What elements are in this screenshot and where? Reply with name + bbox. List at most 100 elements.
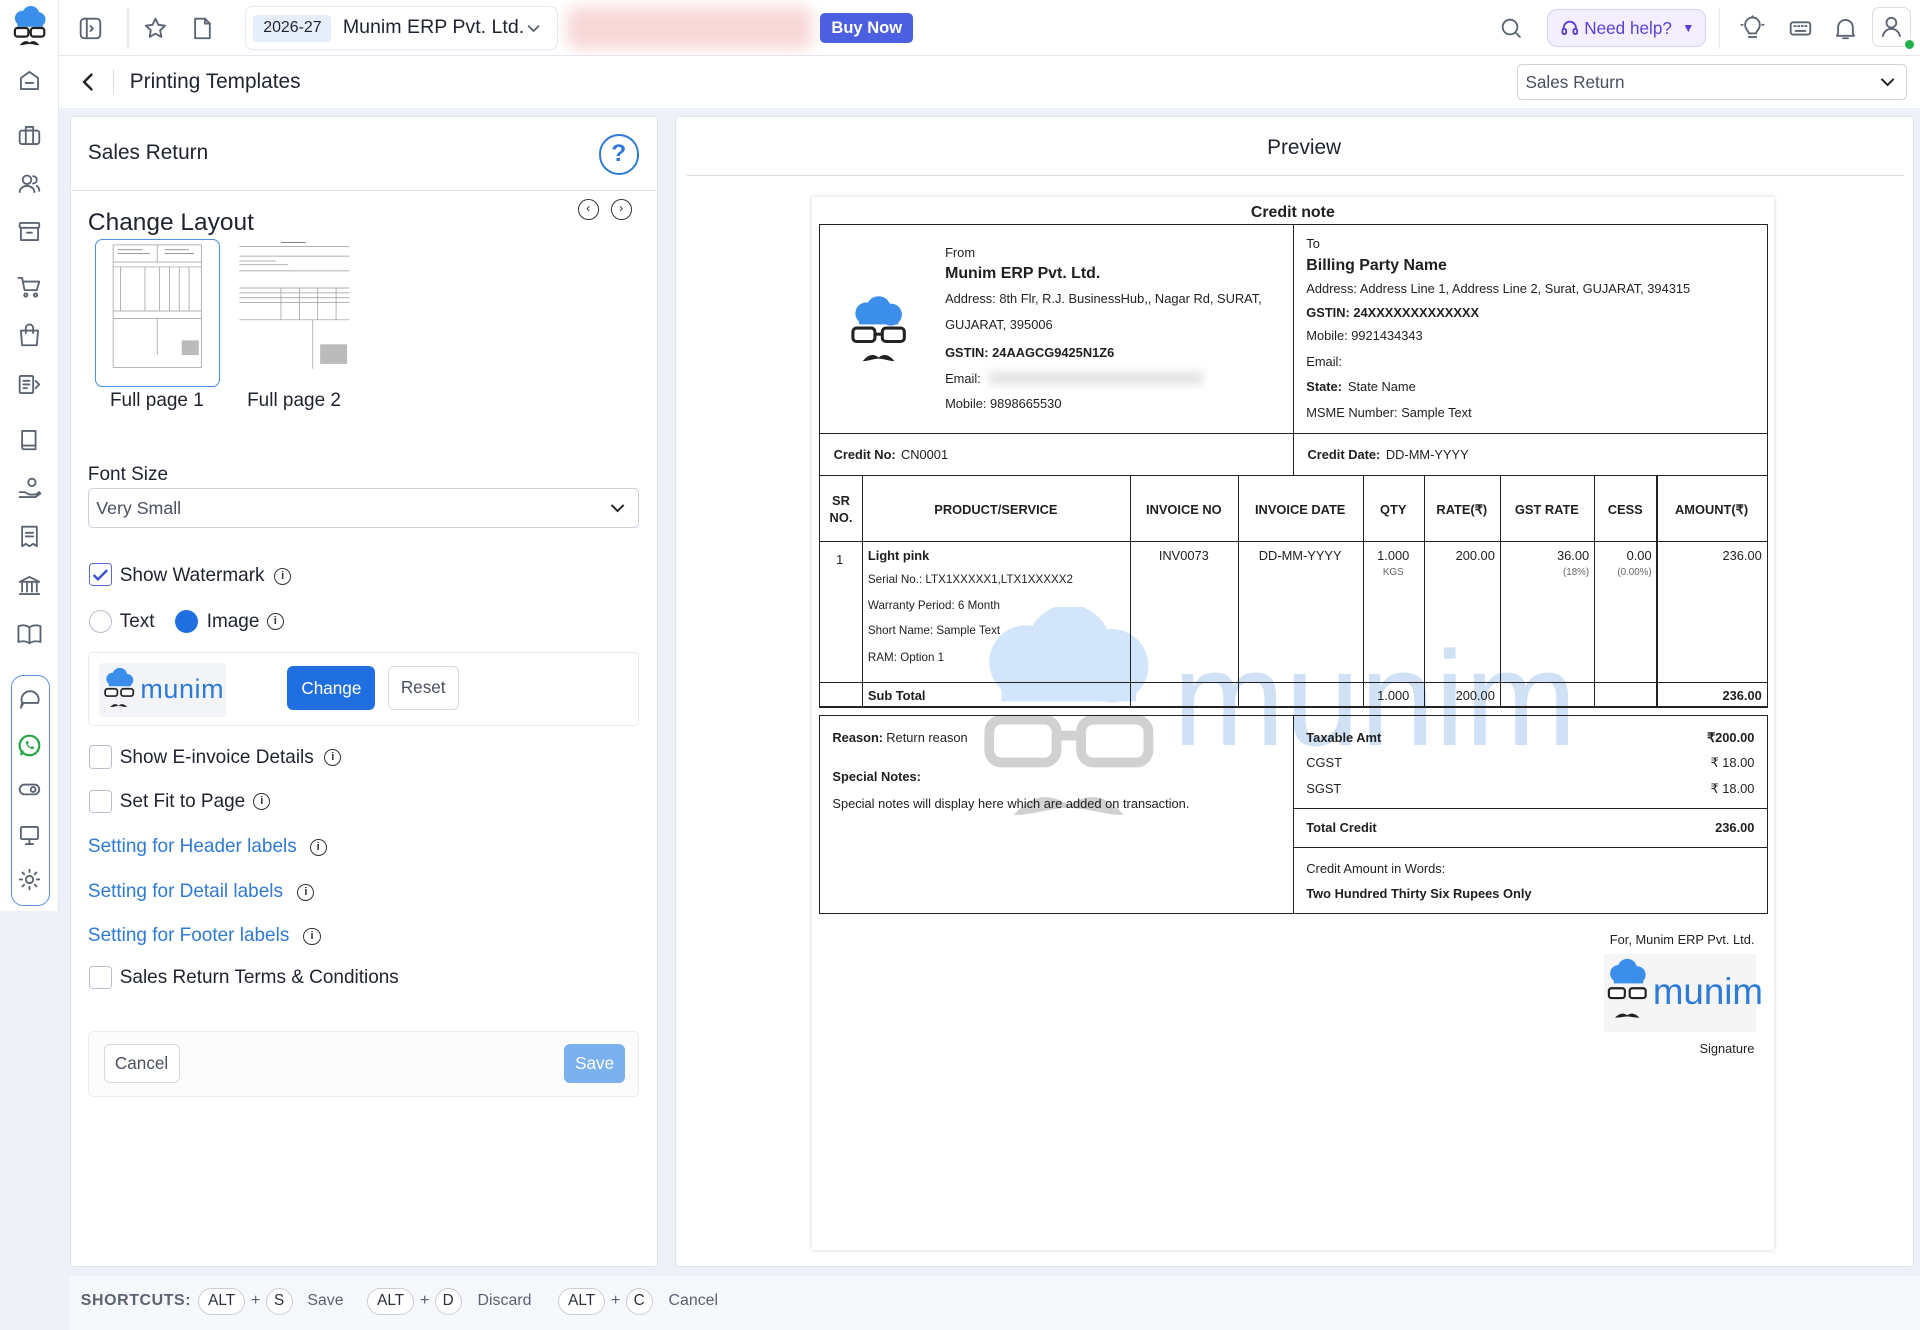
info-icon[interactable]: i <box>253 793 271 811</box>
chevron-down-icon <box>609 500 626 517</box>
search-icon[interactable] <box>1499 16 1523 40</box>
change-layout-heading: Change Layout <box>87 209 254 237</box>
sgst-value: ₹ 18.00 <box>1710 780 1755 796</box>
watermark-image-radio[interactable] <box>174 609 199 633</box>
help-circle-icon[interactable]: ? <box>598 134 639 175</box>
bank-icon[interactable] <box>16 572 43 599</box>
info-icon[interactable]: i <box>303 927 321 946</box>
sidebar <box>0 0 59 912</box>
shortcuts-bar: SHORTCUTS: ALT + S Save ALT + D Discard … <box>69 1275 1920 1330</box>
invoice-preview-page: munim Credit note From Munim ERP Pvt. Lt… <box>811 196 1775 1250</box>
hand-coins-icon[interactable] <box>16 475 43 502</box>
archive-icon[interactable] <box>16 218 43 245</box>
user-icon <box>1882 17 1902 38</box>
alt-key: ALT <box>198 1288 245 1316</box>
row-unit: KGS <box>1382 566 1404 578</box>
show-einvoice-checkbox[interactable] <box>89 745 113 769</box>
terms-checkbox[interactable] <box>89 965 113 990</box>
total-credit-value: 236.00 <box>1715 820 1755 836</box>
toggle-icon[interactable] <box>16 776 43 803</box>
layout-thumb-full-page-2[interactable] <box>232 238 358 387</box>
font-size-select[interactable]: Very Small <box>87 488 639 528</box>
document-icon[interactable] <box>189 15 216 42</box>
shopping-bag-icon[interactable] <box>16 322 43 349</box>
info-icon[interactable]: i <box>266 613 284 631</box>
layout-thumb-full-page-1[interactable] <box>95 238 221 387</box>
subtotal-rate: 200.00 <box>1455 687 1495 703</box>
row-cess-pct: (0.00%) <box>1617 566 1652 578</box>
info-icon[interactable]: i <box>274 567 292 586</box>
whatsapp-icon[interactable] <box>16 732 43 759</box>
reset-image-button[interactable]: Reset <box>387 665 459 710</box>
save-button[interactable]: Save <box>564 1044 626 1084</box>
need-help-button[interactable]: Need help? ▼ <box>1546 8 1706 47</box>
special-notes-label: Special Notes: <box>832 768 921 784</box>
document-type-select[interactable]: Sales Return <box>1517 63 1907 101</box>
back-arrow-icon[interactable] <box>78 71 100 93</box>
to-name: Billing Party Name <box>1306 256 1447 274</box>
layout-label-2: Full page 2 <box>247 390 341 412</box>
page-header: Printing Templates Sales Return <box>58 56 1920 108</box>
detail-labels-link[interactable]: Setting for Detail labels <box>88 881 283 903</box>
company-logo <box>848 295 909 368</box>
for-company: For, Munim ERP Pvt. Ltd. <box>1609 931 1755 947</box>
book-icon[interactable] <box>16 426 43 453</box>
receipt-icon[interactable] <box>16 523 43 550</box>
change-image-button[interactable]: Change <box>287 665 376 710</box>
col-rate: RATE(₹) <box>1436 501 1488 517</box>
monitor-icon[interactable] <box>16 822 43 849</box>
profile-avatar[interactable] <box>1872 7 1916 51</box>
cart-icon[interactable] <box>16 273 43 300</box>
from-mobile: Mobile: 9898665530 <box>945 396 1062 412</box>
key-s: S <box>265 1288 293 1316</box>
munim-logo[interactable] <box>10 6 49 50</box>
prev-layout-icon[interactable]: ‹ <box>577 199 599 221</box>
buy-now-button[interactable]: Buy Now <box>820 13 914 43</box>
special-notes-value: Special notes will display here which ar… <box>832 795 1190 811</box>
subtotal-label: Sub Total <box>867 687 926 703</box>
show-watermark-checkbox[interactable] <box>89 563 113 587</box>
header-labels-link[interactable]: Setting for Header labels <box>88 836 297 858</box>
shortcut-discard[interactable]: Discard <box>478 1292 532 1310</box>
ledger-icon[interactable] <box>16 371 43 398</box>
from-address-2: GUJARAT, 395006 <box>945 316 1053 332</box>
info-icon[interactable]: i <box>297 883 315 901</box>
footer-labels-link[interactable]: Setting for Footer labels <box>88 925 289 947</box>
briefcase-icon[interactable] <box>16 122 43 149</box>
settings-icon[interactable] <box>16 866 43 893</box>
fit-to-page-checkbox[interactable] <box>89 789 113 813</box>
home-icon[interactable] <box>16 67 43 94</box>
chat-icon[interactable] <box>16 687 43 714</box>
info-icon[interactable]: i <box>309 838 327 856</box>
users-icon[interactable] <box>16 170 43 197</box>
from-address-1: Address: 8th Flr, R.J. BusinessHub,, Nag… <box>945 291 1262 307</box>
info-icon[interactable]: i <box>324 749 342 767</box>
financial-year-badge: 2026-27 <box>253 14 332 42</box>
col-amount: AMOUNT(₹) <box>1675 501 1749 517</box>
credit-date-value: DD-MM-YYYY <box>1385 446 1469 462</box>
cgst-label: CGST <box>1306 755 1342 771</box>
cgst-value: ₹ 18.00 <box>1710 755 1755 771</box>
from-label: From <box>945 244 976 260</box>
page-title: Printing Templates <box>129 69 301 93</box>
book-open-icon[interactable] <box>16 620 43 647</box>
shortcut-cancel[interactable]: Cancel <box>669 1292 719 1310</box>
bulb-icon[interactable] <box>1739 14 1766 42</box>
sidebar-toggle-icon[interactable] <box>77 15 104 42</box>
headset-icon <box>1560 18 1580 38</box>
cancel-button[interactable]: Cancel <box>103 1044 180 1084</box>
fit-to-page-label: Set Fit to Page <box>119 790 246 812</box>
star-icon[interactable] <box>142 15 169 42</box>
plus-sign: + <box>611 1291 621 1309</box>
alt-key: ALT <box>558 1288 605 1316</box>
keyboard-icon[interactable] <box>1787 15 1814 42</box>
col-product: PRODUCT/SERVICE <box>934 501 1058 517</box>
next-layout-icon[interactable]: › <box>610 199 632 221</box>
key-d: D <box>434 1288 462 1316</box>
notification-icon[interactable] <box>1832 15 1859 42</box>
watermark-text-radio[interactable] <box>89 609 113 633</box>
col-qty: QTY <box>1380 501 1407 517</box>
shortcut-save[interactable]: Save <box>307 1292 343 1310</box>
document-title: Credit note <box>1250 204 1335 222</box>
document-type-value: Sales Return <box>1525 71 1625 92</box>
